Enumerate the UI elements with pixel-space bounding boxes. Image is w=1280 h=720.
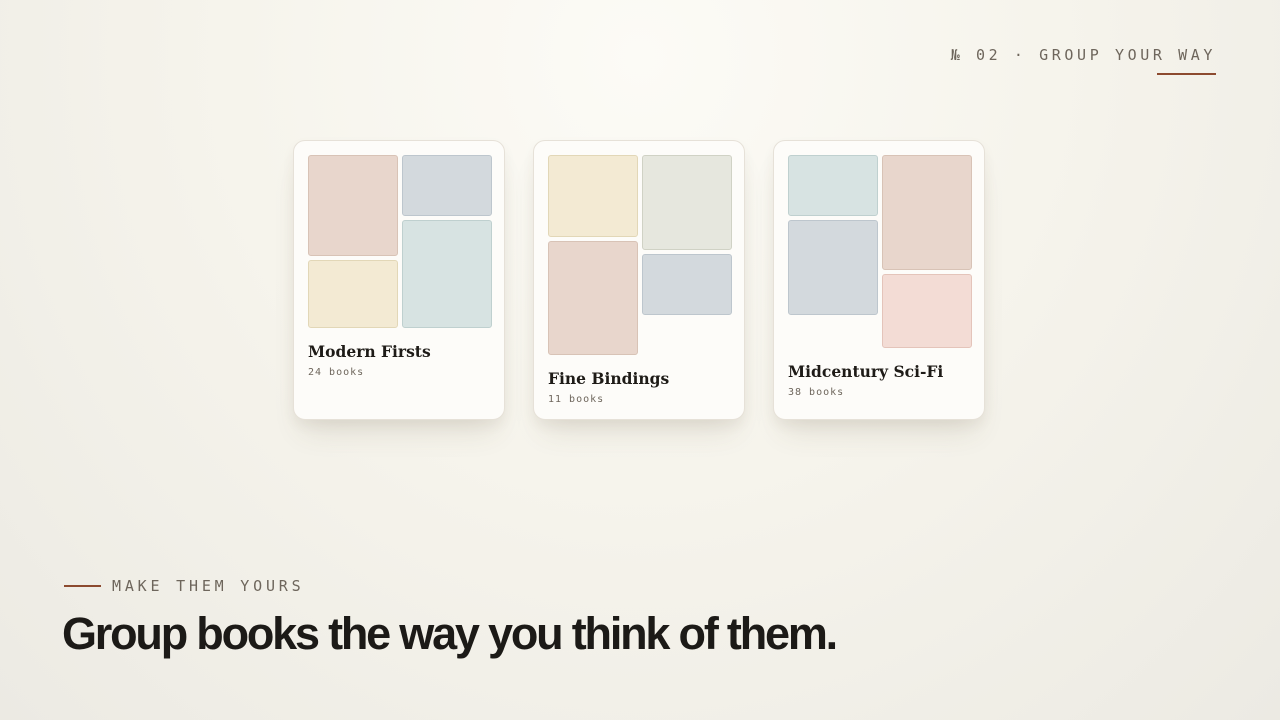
cover-tile (548, 155, 638, 237)
collection-title: Midcentury Sci-Fi (788, 362, 944, 381)
cover-tile (402, 155, 492, 216)
cover-tile (402, 220, 492, 328)
cover-tile (548, 241, 638, 355)
collection-count: 38 books (788, 387, 845, 398)
collection-title: Fine Bindings (548, 369, 670, 388)
eyebrow-label: MAKE THEM YOURS (112, 577, 305, 595)
step-underline (1157, 73, 1216, 75)
collection-title: Modern Firsts (308, 342, 431, 361)
cover-tile (788, 155, 878, 216)
eyebrow-rule (64, 585, 101, 587)
cover-tile (882, 155, 972, 270)
collection-count: 11 books (548, 394, 605, 405)
step-label: № 02 · GROUP YOUR WAY (950, 46, 1216, 64)
collection-card-modern-firsts[interactable]: Modern Firsts 24 books (293, 140, 505, 420)
collection-card-midcentury-sci-fi[interactable]: Midcentury Sci-Fi 38 books (773, 140, 985, 420)
headline: Group books the way you think of them. (62, 608, 838, 659)
cover-tile (642, 254, 732, 315)
cover-tile (308, 155, 398, 256)
cover-tile (788, 220, 878, 315)
collection-card-fine-bindings[interactable]: Fine Bindings 11 books (533, 140, 745, 420)
cover-tile (308, 260, 398, 328)
cover-tile (882, 274, 972, 348)
onboarding-slide: № 02 · GROUP YOUR WAY Modern Firsts 24 b… (0, 0, 1280, 720)
cover-tile (642, 155, 732, 250)
collection-count: 24 books (308, 367, 365, 378)
